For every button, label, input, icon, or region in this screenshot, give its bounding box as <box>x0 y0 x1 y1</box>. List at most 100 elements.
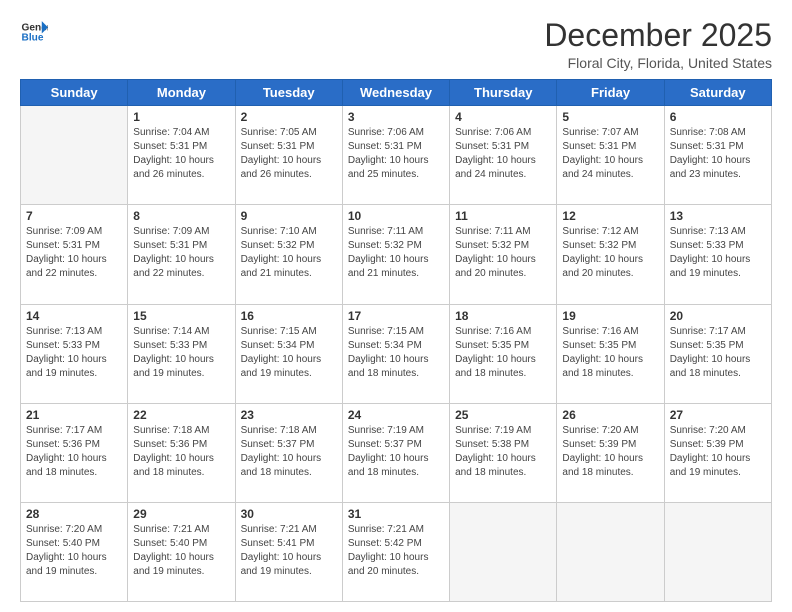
day-number: 24 <box>348 408 444 422</box>
calendar-cell: 27 Sunrise: 7:20 AMSunset: 5:39 PMDayligh… <box>664 403 771 502</box>
day-number: 14 <box>26 309 122 323</box>
calendar-cell: 2Sunrise: 7:05 AMSunset: 5:31 PMDaylight… <box>235 106 342 205</box>
calendar-cell <box>21 106 128 205</box>
calendar-cell: 11Sunrise: 7:11 AMSunset: 5:32 PMDayligh… <box>450 205 557 304</box>
day-number: 3 <box>348 110 444 124</box>
calendar-cell: 12 Sunrise: 7:12 AMSunset: 5:32 PMDayligh… <box>557 205 664 304</box>
svg-text:Blue: Blue <box>22 33 44 44</box>
calendar-cell: 5 Sunrise: 7:07 AMSunset: 5:31 PMDaylight… <box>557 106 664 205</box>
calendar-week-3: 21 Sunrise: 7:17 AMSunset: 5:36 PMDayligh… <box>21 403 772 502</box>
day-number: 18 <box>455 309 551 323</box>
calendar-cell: 8 Sunrise: 7:09 AMSunset: 5:31 PMDaylight… <box>128 205 235 304</box>
day-info: Sunrise: 7:11 AMSunset: 5:32 PMDaylight:… <box>455 225 551 281</box>
day-info: Sunrise: 7:14 AMSunset: 5:33 PMDaylight:… <box>133 325 229 381</box>
day-number: 12 <box>562 209 658 223</box>
day-info: Sunrise: 7:09 AMSunset: 5:31 PMDaylight:… <box>133 225 229 281</box>
day-header-saturday: Saturday <box>664 80 771 106</box>
calendar-cell: 22 Sunrise: 7:18 AMSunset: 5:36 PMDayligh… <box>128 403 235 502</box>
calendar-cell: 18Sunrise: 7:16 AMSunset: 5:35 PMDayligh… <box>450 304 557 403</box>
day-number: 5 <box>562 110 658 124</box>
month-title: December 2025 <box>544 18 772 53</box>
day-info: Sunrise: 7:20 AMSunset: 5:39 PMDaylight:… <box>562 424 658 480</box>
calendar-cell: 28 Sunrise: 7:20 AMSunset: 5:40 PMDayligh… <box>21 502 128 601</box>
day-info: Sunrise: 7:18 AMSunset: 5:37 PMDaylight:… <box>241 424 337 480</box>
calendar-week-2: 14 Sunrise: 7:13 AMSunset: 5:33 PMDayligh… <box>21 304 772 403</box>
calendar-cell: 24 Sunrise: 7:19 AMSunset: 5:37 PMDayligh… <box>342 403 449 502</box>
day-number: 21 <box>26 408 122 422</box>
day-number: 2 <box>241 110 337 124</box>
calendar-cell: 26 Sunrise: 7:20 AMSunset: 5:39 PMDayligh… <box>557 403 664 502</box>
day-number: 17 <box>348 309 444 323</box>
day-header-wednesday: Wednesday <box>342 80 449 106</box>
day-info: Sunrise: 7:20 AMSunset: 5:40 PMDaylight:… <box>26 523 122 579</box>
day-info: Sunrise: 7:06 AMSunset: 5:31 PMDaylight:… <box>455 126 551 182</box>
day-info: Sunrise: 7:12 AMSunset: 5:32 PMDaylight:… <box>562 225 658 281</box>
day-info: Sunrise: 7:10 AMSunset: 5:32 PMDaylight:… <box>241 225 337 281</box>
calendar-cell: 30 Sunrise: 7:21 AMSunset: 5:41 PMDayligh… <box>235 502 342 601</box>
calendar-cell: 19 Sunrise: 7:16 AMSunset: 5:35 PMDayligh… <box>557 304 664 403</box>
day-header-monday: Monday <box>128 80 235 106</box>
day-number: 13 <box>670 209 766 223</box>
calendar-cell: 15Sunrise: 7:14 AMSunset: 5:33 PMDayligh… <box>128 304 235 403</box>
day-number: 6 <box>670 110 766 124</box>
day-number: 4 <box>455 110 551 124</box>
day-number: 30 <box>241 507 337 521</box>
calendar-cell: 6 Sunrise: 7:08 AMSunset: 5:31 PMDaylight… <box>664 106 771 205</box>
calendar-cell: 1 Sunrise: 7:04 AMSunset: 5:31 PMDaylight… <box>128 106 235 205</box>
day-header-thursday: Thursday <box>450 80 557 106</box>
day-number: 19 <box>562 309 658 323</box>
calendar-cell <box>557 502 664 601</box>
calendar-cell: 25Sunrise: 7:19 AMSunset: 5:38 PMDayligh… <box>450 403 557 502</box>
day-info: Sunrise: 7:13 AMSunset: 5:33 PMDaylight:… <box>670 225 766 281</box>
day-info: Sunrise: 7:17 AMSunset: 5:36 PMDaylight:… <box>26 424 122 480</box>
day-number: 23 <box>241 408 337 422</box>
day-info: Sunrise: 7:13 AMSunset: 5:33 PMDaylight:… <box>26 325 122 381</box>
day-number: 16 <box>241 309 337 323</box>
day-info: Sunrise: 7:19 AMSunset: 5:38 PMDaylight:… <box>455 424 551 480</box>
day-number: 8 <box>133 209 229 223</box>
day-info: Sunrise: 7:08 AMSunset: 5:31 PMDaylight:… <box>670 126 766 182</box>
header: General Blue December 2025 Floral City, … <box>20 18 772 71</box>
day-number: 9 <box>241 209 337 223</box>
day-header-tuesday: Tuesday <box>235 80 342 106</box>
calendar-table: SundayMondayTuesdayWednesdayThursdayFrid… <box>20 79 772 602</box>
day-header-friday: Friday <box>557 80 664 106</box>
calendar-week-1: 7 Sunrise: 7:09 AMSunset: 5:31 PMDaylight… <box>21 205 772 304</box>
day-info: Sunrise: 7:15 AMSunset: 5:34 PMDaylight:… <box>348 325 444 381</box>
logo-icon: General Blue <box>20 18 48 46</box>
day-info: Sunrise: 7:07 AMSunset: 5:31 PMDaylight:… <box>562 126 658 182</box>
calendar-cell: 13 Sunrise: 7:13 AMSunset: 5:33 PMDayligh… <box>664 205 771 304</box>
day-info: Sunrise: 7:04 AMSunset: 5:31 PMDaylight:… <box>133 126 229 182</box>
logo: General Blue <box>20 18 48 46</box>
calendar-cell: 3 Sunrise: 7:06 AMSunset: 5:31 PMDaylight… <box>342 106 449 205</box>
day-info: Sunrise: 7:19 AMSunset: 5:37 PMDaylight:… <box>348 424 444 480</box>
day-info: Sunrise: 7:09 AMSunset: 5:31 PMDaylight:… <box>26 225 122 281</box>
day-info: Sunrise: 7:17 AMSunset: 5:35 PMDaylight:… <box>670 325 766 381</box>
day-number: 10 <box>348 209 444 223</box>
day-number: 1 <box>133 110 229 124</box>
day-header-sunday: Sunday <box>21 80 128 106</box>
calendar-cell: 20Sunrise: 7:17 AMSunset: 5:35 PMDayligh… <box>664 304 771 403</box>
calendar-week-0: 1 Sunrise: 7:04 AMSunset: 5:31 PMDaylight… <box>21 106 772 205</box>
day-info: Sunrise: 7:16 AMSunset: 5:35 PMDaylight:… <box>562 325 658 381</box>
day-info: Sunrise: 7:06 AMSunset: 5:31 PMDaylight:… <box>348 126 444 182</box>
day-number: 22 <box>133 408 229 422</box>
day-info: Sunrise: 7:20 AMSunset: 5:39 PMDaylight:… <box>670 424 766 480</box>
day-info: Sunrise: 7:21 AMSunset: 5:41 PMDaylight:… <box>241 523 337 579</box>
day-number: 29 <box>133 507 229 521</box>
calendar-cell: 29Sunrise: 7:21 AMSunset: 5:40 PMDayligh… <box>128 502 235 601</box>
day-info: Sunrise: 7:18 AMSunset: 5:36 PMDaylight:… <box>133 424 229 480</box>
title-block: December 2025 Floral City, Florida, Unit… <box>544 18 772 71</box>
page: General Blue December 2025 Floral City, … <box>0 0 792 612</box>
location: Floral City, Florida, United States <box>544 55 772 71</box>
calendar-cell: 7 Sunrise: 7:09 AMSunset: 5:31 PMDaylight… <box>21 205 128 304</box>
day-number: 31 <box>348 507 444 521</box>
calendar-cell: 17 Sunrise: 7:15 AMSunset: 5:34 PMDayligh… <box>342 304 449 403</box>
calendar-cell: 10Sunrise: 7:11 AMSunset: 5:32 PMDayligh… <box>342 205 449 304</box>
calendar-cell: 23 Sunrise: 7:18 AMSunset: 5:37 PMDayligh… <box>235 403 342 502</box>
day-number: 26 <box>562 408 658 422</box>
calendar-cell <box>450 502 557 601</box>
day-number: 28 <box>26 507 122 521</box>
day-number: 27 <box>670 408 766 422</box>
day-number: 7 <box>26 209 122 223</box>
